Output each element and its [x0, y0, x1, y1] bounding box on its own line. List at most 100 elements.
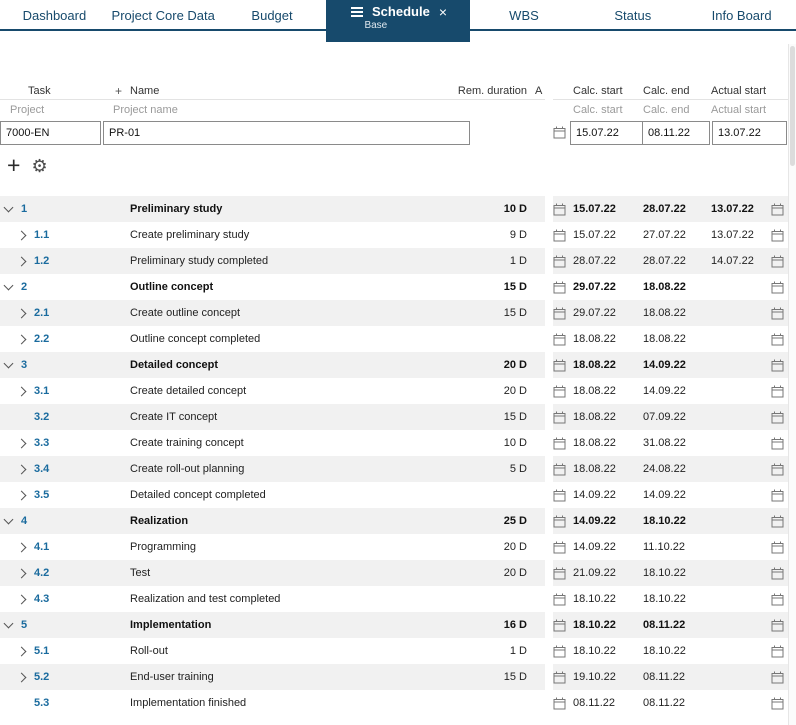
col-header-rem-duration[interactable]: Rem. duration [453, 85, 527, 97]
scrollbar-thumb[interactable] [790, 46, 795, 166]
task-row[interactable]: 1.2 Preliminary study completed 1 D 28.0… [0, 248, 796, 274]
calendar-icon[interactable] [553, 463, 566, 476]
chevron-icon[interactable] [16, 386, 27, 396]
chevron-icon[interactable] [3, 514, 14, 525]
task-row[interactable]: 4.2 Test 20 D 21.09.22 18.10.22 [0, 560, 796, 586]
project-actual-start-input[interactable]: 13.07.22 [712, 120, 787, 145]
chevron-icon[interactable] [16, 230, 27, 240]
calendar-icon[interactable] [771, 281, 784, 294]
chevron-icon[interactable] [16, 568, 27, 578]
chevron-icon[interactable] [16, 438, 27, 448]
task-row[interactable]: 3.4 Create roll-out planning 5 D 18.08.2… [0, 456, 796, 482]
calendar-icon[interactable] [771, 567, 784, 580]
calendar-icon[interactable] [771, 203, 784, 216]
task-row[interactable]: 5.1 Roll-out 1 D 18.10.22 18.10.22 [0, 638, 796, 664]
calendar-icon[interactable] [771, 619, 784, 632]
calendar-icon[interactable] [553, 697, 566, 710]
task-row[interactable]: 2 Outline concept 15 D 29.07.22 18.08.22 [0, 274, 796, 300]
calendar-icon[interactable] [771, 229, 784, 242]
task-row[interactable]: 3.5 Detailed concept completed 14.09.22 … [0, 482, 796, 508]
project-id-input[interactable] [0, 120, 101, 145]
tab-schedule[interactable]: Schedule × Base [326, 0, 470, 42]
chevron-icon[interactable] [16, 646, 27, 656]
calendar-icon[interactable] [553, 671, 566, 684]
chevron-icon[interactable] [16, 334, 27, 344]
pane-splitter[interactable] [545, 83, 553, 100]
calendar-icon[interactable] [771, 463, 784, 476]
calendar-icon[interactable] [553, 541, 566, 554]
calendar-icon[interactable] [771, 333, 784, 346]
calendar-icon[interactable] [553, 307, 566, 320]
task-row[interactable]: 5 Implementation 16 D 18.10.22 08.11.22 [0, 612, 796, 638]
gear-icon[interactable]: ⚙ [31, 154, 47, 178]
project-calc-start-input[interactable]: 15.07.22 [570, 120, 643, 145]
project-name-input[interactable] [103, 120, 470, 145]
tab-status[interactable]: Status [578, 0, 687, 30]
task-row[interactable]: 4.3 Realization and test completed 18.10… [0, 586, 796, 612]
task-row[interactable]: 3.1 Create detailed concept 20 D 18.08.2… [0, 378, 796, 404]
col-header-calc-start[interactable]: Calc. start [570, 85, 643, 97]
col-header-name[interactable]: Name [126, 85, 453, 97]
calendar-icon[interactable] [771, 671, 784, 684]
task-row[interactable]: 2.1 Create outline concept 15 D 29.07.22… [0, 300, 796, 326]
calendar-icon[interactable] [553, 411, 566, 424]
calendar-icon[interactable] [553, 281, 566, 294]
calendar-icon[interactable] [771, 515, 784, 528]
task-row[interactable]: 1 Preliminary study 10 D 15.07.22 28.07.… [0, 196, 796, 222]
chevron-icon[interactable] [3, 202, 14, 213]
col-header-actual-start[interactable]: Actual start [711, 85, 771, 97]
calendar-icon[interactable] [553, 359, 566, 372]
chevron-icon[interactable] [3, 280, 14, 291]
calendar-icon[interactable] [771, 359, 784, 372]
chevron-icon[interactable] [16, 594, 27, 604]
calendar-icon[interactable] [553, 203, 566, 216]
tab-info-board[interactable]: Info Board [687, 0, 796, 30]
task-row[interactable]: 3.3 Create training concept 10 D 18.08.2… [0, 430, 796, 456]
chevron-icon[interactable] [16, 256, 27, 266]
tab-project-core-data[interactable]: Project Core Data [109, 0, 218, 30]
calendar-icon[interactable] [553, 515, 566, 528]
add-column-icon[interactable]: + [115, 84, 122, 98]
task-row[interactable]: 3 Detailed concept 20 D 18.08.22 14.09.2… [0, 352, 796, 378]
calendar-icon[interactable] [553, 385, 566, 398]
task-row[interactable]: 4.1 Programming 20 D 14.09.22 11.10.22 [0, 534, 796, 560]
calendar-icon[interactable] [771, 411, 784, 424]
chevron-icon[interactable] [16, 490, 27, 500]
calendar-icon[interactable] [553, 333, 566, 346]
calendar-icon[interactable] [553, 489, 566, 502]
col-header-a[interactable]: A [527, 85, 545, 97]
task-row[interactable]: 4 Realization 25 D 14.09.22 18.10.22 [0, 508, 796, 534]
calendar-icon[interactable] [771, 697, 784, 710]
project-calc-end-input[interactable]: 08.11.22 [642, 120, 710, 145]
tab-dashboard[interactable]: Dashboard [0, 0, 109, 30]
task-row[interactable]: 1.1 Create preliminary study 9 D 15.07.2… [0, 222, 796, 248]
calendar-icon[interactable] [771, 645, 784, 658]
calendar-icon[interactable] [771, 437, 784, 450]
close-icon[interactable]: × [439, 5, 447, 19]
calendar-icon[interactable] [553, 126, 566, 139]
task-row[interactable]: 5.3 Implementation finished 08.11.22 08.… [0, 690, 796, 716]
tab-wbs[interactable]: WBS [470, 0, 579, 30]
col-header-calc-end[interactable]: Calc. end [643, 85, 711, 97]
calendar-icon[interactable] [771, 307, 784, 320]
chevron-icon[interactable] [16, 308, 27, 318]
task-row[interactable]: 3.2 Create IT concept 15 D 18.08.22 07.0… [0, 404, 796, 430]
calendar-icon[interactable] [771, 255, 784, 268]
calendar-icon[interactable] [553, 437, 566, 450]
calendar-icon[interactable] [771, 541, 784, 554]
chevron-icon[interactable] [3, 358, 14, 369]
chevron-icon[interactable] [3, 618, 14, 629]
calendar-icon[interactable] [553, 229, 566, 242]
task-row[interactable]: 5.2 End-user training 15 D 19.10.22 08.1… [0, 664, 796, 690]
calendar-icon[interactable] [553, 255, 566, 268]
tab-budget[interactable]: Budget [218, 0, 327, 30]
hamburger-icon[interactable] [351, 5, 364, 19]
vertical-scrollbar[interactable] [788, 44, 796, 725]
add-task-icon[interactable]: + [7, 154, 20, 177]
chevron-icon[interactable] [16, 672, 27, 682]
calendar-icon[interactable] [553, 567, 566, 580]
calendar-icon[interactable] [553, 619, 566, 632]
col-header-task[interactable]: Task [28, 85, 51, 97]
calendar-icon[interactable] [771, 489, 784, 502]
calendar-icon[interactable] [553, 645, 566, 658]
